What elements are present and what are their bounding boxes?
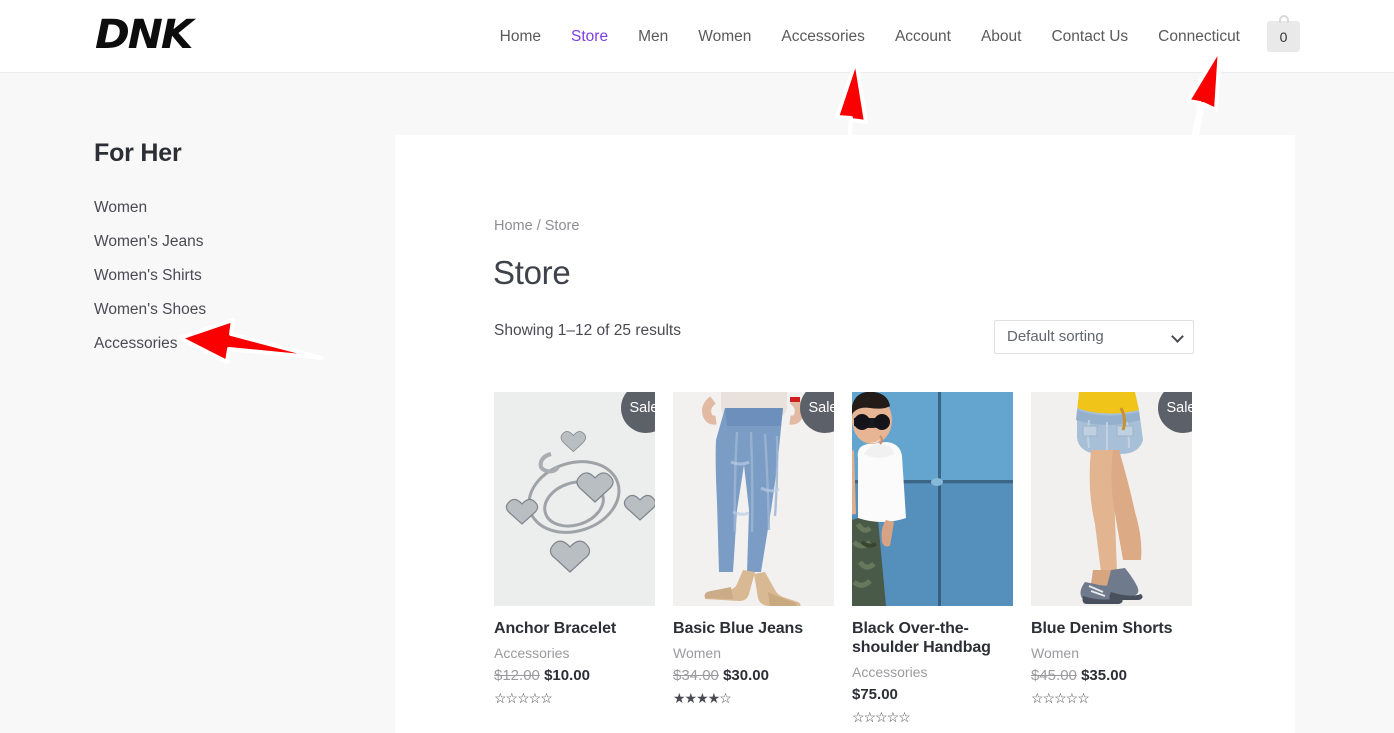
- sidebar-item-womens-jeans[interactable]: Women's Jeans: [94, 225, 206, 259]
- product-price-new: $35.00: [1081, 667, 1127, 684]
- product-card[interactable]: Sale! Blue Denim Shorts Women $45.00 $35…: [1031, 392, 1192, 726]
- sidebar-item-women[interactable]: Women: [94, 191, 206, 225]
- shopping-bag-icon[interactable]: 0: [1267, 15, 1300, 52]
- main-navigation: Home Store Men Women Accessories Account…: [485, 0, 1300, 73]
- breadcrumb[interactable]: Home / Store: [494, 218, 579, 234]
- shopping-bag-handle-icon: [1278, 15, 1289, 23]
- sorting-selected-value: Default sorting: [1007, 328, 1104, 345]
- sidebar: For Her Women Women's Jeans Women's Shir…: [0, 73, 395, 733]
- nav-item-connecticut[interactable]: Connecticut: [1143, 0, 1255, 73]
- product-category: Women: [1031, 645, 1079, 661]
- product-name[interactable]: Blue Denim Shorts: [1031, 619, 1192, 638]
- product-category: Accessories: [494, 645, 570, 661]
- nav-item-about[interactable]: About: [966, 0, 1037, 73]
- nav-item-home[interactable]: Home: [485, 0, 556, 73]
- chevron-down-icon: [1171, 330, 1184, 343]
- product-price-new: $30.00: [723, 667, 769, 684]
- sidebar-item-accessories[interactable]: Accessories: [94, 327, 206, 361]
- man-in-white-tshirt-against-blue-wall-image: [852, 392, 1013, 606]
- product-rating-stars[interactable]: ★★★★☆: [673, 689, 834, 707]
- product-card[interactable]: Sale! Anchor Bracelet Accessories $12.00…: [494, 392, 655, 726]
- product-grid: Sale! Anchor Bracelet Accessories $12.00…: [494, 392, 1214, 726]
- sidebar-category-list: Women Women's Jeans Women's Shirts Women…: [94, 191, 206, 361]
- site-header: DNK Home Store Men Women Accessories Acc…: [0, 0, 1394, 73]
- nav-item-accessories[interactable]: Accessories: [766, 0, 880, 73]
- site-logo[interactable]: DNK: [95, 11, 193, 59]
- product-rating-stars[interactable]: ☆☆☆☆☆: [494, 689, 655, 707]
- product-thumbnail[interactable]: Sale!: [494, 392, 655, 606]
- product-name[interactable]: Anchor Bracelet: [494, 619, 655, 638]
- main-content-panel: Home / Store Store Showing 1–12 of 25 re…: [395, 135, 1295, 733]
- product-price: $45.00 $35.00: [1031, 666, 1192, 686]
- result-count: Showing 1–12 of 25 results: [494, 322, 681, 339]
- product-price: $34.00 $30.00: [673, 666, 834, 686]
- nav-item-store[interactable]: Store: [556, 0, 623, 73]
- sorting-dropdown[interactable]: Default sorting: [994, 320, 1194, 354]
- product-rating-stars[interactable]: ☆☆☆☆☆: [1031, 689, 1192, 707]
- cart-count: 0: [1279, 28, 1288, 45]
- nav-item-women[interactable]: Women: [683, 0, 766, 73]
- product-price: $75.00: [852, 685, 1013, 705]
- product-name[interactable]: Basic Blue Jeans: [673, 619, 834, 638]
- product-category: Accessories: [852, 664, 928, 680]
- sidebar-item-womens-shirts[interactable]: Women's Shirts: [94, 259, 206, 293]
- product-price-new: $10.00: [544, 667, 590, 684]
- page-title: Store: [493, 254, 571, 291]
- product-price-old: $12.00: [494, 667, 540, 684]
- product-thumbnail[interactable]: [852, 392, 1013, 606]
- product-price-old: $34.00: [673, 667, 719, 684]
- product-category: Women: [673, 645, 721, 661]
- product-price-new: $75.00: [852, 686, 898, 703]
- nav-item-men[interactable]: Men: [623, 0, 683, 73]
- store-page: DNK Home Store Men Women Accessories Acc…: [0, 0, 1394, 733]
- product-card[interactable]: Sale! Basic Blue Jeans Women $34.00 $30.…: [673, 392, 834, 726]
- product-thumbnail[interactable]: Sale!: [673, 392, 834, 606]
- product-rating-stars[interactable]: ☆☆☆☆☆: [852, 708, 1013, 726]
- sidebar-item-womens-shoes[interactable]: Women's Shoes: [94, 293, 206, 327]
- nav-item-contact-us[interactable]: Contact Us: [1036, 0, 1143, 73]
- product-thumbnail[interactable]: Sale!: [1031, 392, 1192, 606]
- product-price: $12.00 $10.00: [494, 666, 655, 686]
- product-card[interactable]: Black Over-the-shoulder Handbag Accessor…: [852, 392, 1013, 726]
- product-price-old: $45.00: [1031, 667, 1077, 684]
- nav-item-account[interactable]: Account: [880, 0, 966, 73]
- sidebar-title: For Her: [94, 139, 182, 167]
- product-name[interactable]: Black Over-the-shoulder Handbag: [852, 619, 1013, 657]
